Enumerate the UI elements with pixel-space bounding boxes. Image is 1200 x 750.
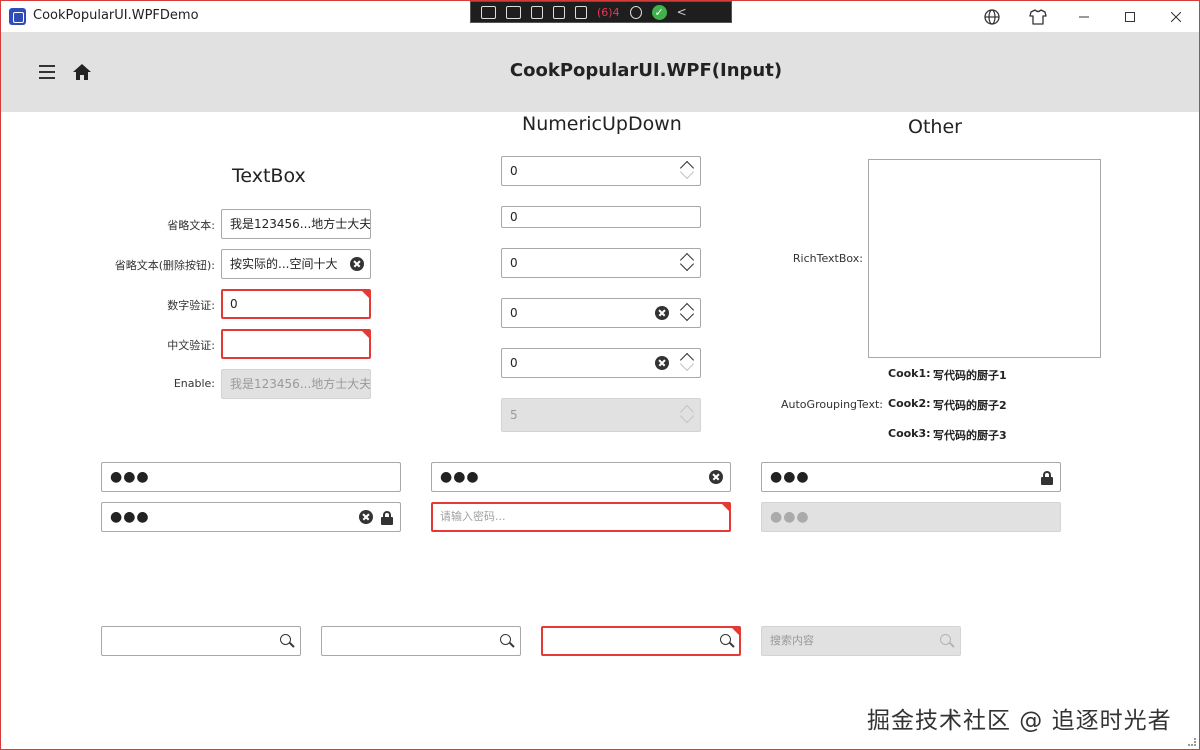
enable-label: Enable: [173, 377, 215, 390]
password-mask: ●●● [770, 469, 810, 485]
search-icon [940, 634, 955, 648]
password-mask: ●●● [110, 469, 150, 485]
numeric-validation-textbox[interactable]: 0 [221, 289, 371, 319]
title-bar: CookPopularUI.WPFDemo (6)4 ✓ < [1, 1, 1199, 32]
password-box-clear[interactable]: ●●● [431, 462, 731, 492]
numeric-updown-5[interactable]: 0 [501, 348, 701, 378]
disabled-textbox: 我是123456...地方士大夫 [221, 369, 371, 399]
numeric-value: 0 [510, 256, 518, 270]
grouping-key: Cook2: [888, 397, 931, 410]
password-box-lock[interactable]: ●●● [761, 462, 1061, 492]
collapse-toolbar-icon[interactable]: < [677, 5, 692, 19]
password-box-1[interactable]: ●●● [101, 462, 401, 492]
spinner [678, 249, 698, 277]
language-globe-icon[interactable] [969, 1, 1015, 32]
maximize-button[interactable] [1107, 1, 1153, 32]
camera-icon[interactable] [506, 5, 521, 19]
textbox-section-title: TextBox [232, 165, 306, 187]
clear-icon[interactable] [655, 306, 669, 320]
checkmark-icon[interactable]: ✓ [651, 4, 667, 20]
password-box-clear-lock[interactable]: ●●● [101, 502, 401, 532]
numeric-updown-1[interactable]: 0 [501, 156, 701, 186]
debug-toolbar: (6)4 ✓ < [470, 1, 732, 23]
numeric-value: 0 [510, 356, 518, 370]
password-mask: ●●● [770, 509, 810, 525]
password-box-placeholder[interactable]: 请输入密码... [431, 502, 731, 532]
numeric-value: 0 [510, 164, 518, 178]
app-header: CookPopularUI.WPF(Input) [1, 32, 1199, 112]
search-placeholder: 搜索内容 [770, 634, 814, 647]
app-window: CookPopularUI.WPFDemo (6)4 ✓ < CookPopul… [0, 0, 1200, 750]
numeric-updown-disabled: 5 [501, 398, 701, 432]
richtextbox-label: RichTextBox: [792, 252, 863, 265]
spinner [678, 299, 698, 327]
live-tree-icon[interactable] [481, 5, 496, 19]
search-box-error[interactable] [541, 626, 741, 656]
grouping-value: 写代码的厨子2 [933, 399, 1007, 412]
numeric-validation-label: 数字验证: [167, 299, 215, 312]
chinese-validation-label: 中文验证: [167, 339, 215, 352]
clear-icon[interactable] [709, 470, 723, 484]
password-mask: ●●● [110, 509, 150, 525]
resize-grip-icon[interactable] [1188, 738, 1196, 746]
minimize-button[interactable] [1061, 1, 1107, 32]
track-focus-icon[interactable] [575, 5, 587, 19]
grouping-key: Cook3: [888, 427, 931, 440]
ellipsis-clear-value: 按实际的...空间十大 [230, 257, 338, 271]
spinner [678, 349, 698, 377]
layout-adorner-icon[interactable] [553, 5, 565, 19]
numericupdown-section-title: NumericUpDown [522, 113, 682, 135]
theme-shirt-icon[interactable] [1015, 1, 1061, 32]
clear-icon[interactable] [655, 356, 669, 370]
clear-icon[interactable] [359, 510, 373, 524]
spinner [678, 401, 698, 429]
search-box-disabled: 搜索内容 [761, 626, 961, 656]
numeric-value: 0 [510, 306, 518, 320]
numeric-value: 0 [510, 210, 518, 224]
grouping-value: 写代码的厨子3 [933, 429, 1007, 442]
ellipsis-textbox[interactable]: 我是123456...地方士大夫 [221, 209, 371, 239]
ellipsis-clear-textbox[interactable]: 按实际的...空间十大 [221, 249, 371, 279]
numeric-updown-4[interactable]: 0 [501, 298, 701, 328]
search-box-2[interactable] [321, 626, 521, 656]
window-title: CookPopularUI.WPFDemo [33, 8, 199, 23]
ellipsis-clear-label: 省略文本(删除按钮): [114, 259, 215, 272]
numeric-updown-2[interactable]: 0 [501, 206, 701, 228]
password-box-disabled: ●●● [761, 502, 1061, 532]
grouping-value: 写代码的厨子1 [933, 369, 1007, 382]
close-button[interactable] [1153, 1, 1199, 32]
clear-icon[interactable] [350, 257, 364, 271]
numeric-updown-3[interactable]: 0 [501, 248, 701, 278]
autogrouping-label: AutoGroupingText: [781, 398, 883, 411]
search-icon[interactable] [500, 634, 515, 648]
grouping-key: Cook1: [888, 367, 931, 380]
lock-icon[interactable] [1041, 471, 1053, 485]
watermark-text: 掘金技术社区 @ 追逐时光者 [867, 708, 1172, 734]
accessibility-icon[interactable] [629, 5, 642, 19]
search-icon[interactable] [720, 634, 735, 648]
search-box-1[interactable] [101, 626, 301, 656]
password-mask: ●●● [440, 469, 480, 485]
other-section-title: Other [908, 116, 962, 138]
numeric-value: 5 [510, 408, 518, 422]
select-element-icon[interactable] [531, 5, 543, 19]
ellipsis-text-label: 省略文本: [167, 219, 215, 232]
password-placeholder: 请输入密码... [440, 510, 506, 523]
window-controls [969, 1, 1199, 32]
spinner [678, 157, 698, 185]
chinese-validation-textbox[interactable] [221, 329, 371, 359]
page-title: CookPopularUI.WPF(Input) [509, 60, 783, 81]
app-icon [9, 8, 26, 25]
richtextbox[interactable] [868, 159, 1101, 358]
search-icon[interactable] [280, 634, 295, 648]
lock-icon[interactable] [381, 511, 393, 525]
binding-errors-counter[interactable]: (6)4 [597, 6, 620, 19]
